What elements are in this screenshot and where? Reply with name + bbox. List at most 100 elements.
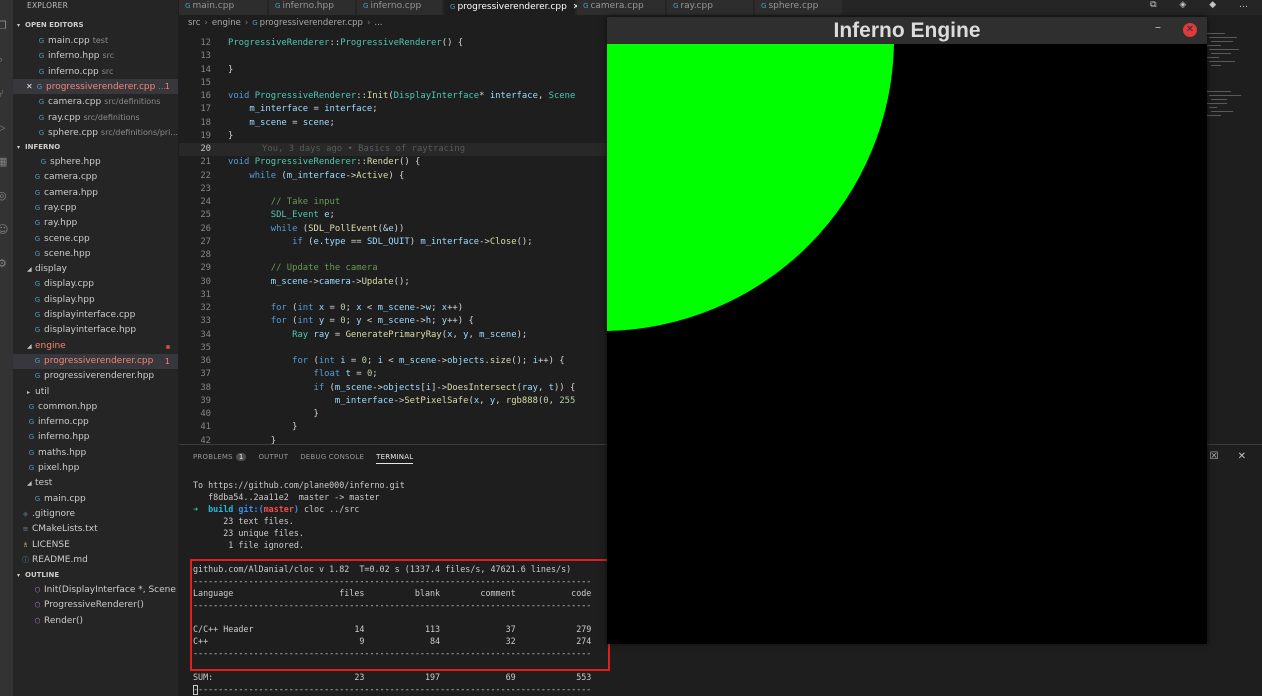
tab-ray-cpp[interactable]: Gray.cpp xyxy=(667,0,754,15)
close-icon[interactable]: ✕ xyxy=(26,79,35,94)
settings-icon[interactable]: ⚙ xyxy=(0,256,13,272)
open-editor-item[interactable]: Gcamera.cpp src/definitions xyxy=(13,94,178,109)
panel-tab-terminal[interactable]: TERMINAL xyxy=(376,453,414,464)
tree-item-label: scene.hpp xyxy=(44,248,91,259)
code-line: 38 if (m_scene->objects[i]->DoesIntersec… xyxy=(179,382,575,395)
folder-item[interactable]: ◢ test xyxy=(13,476,178,491)
cpp-file-icon: G xyxy=(38,37,45,45)
remote-icon[interactable]: ◎ xyxy=(0,188,13,204)
breadcrumb-item[interactable]: src xyxy=(188,18,200,28)
file-item[interactable]: Gdisplay.hpp xyxy=(13,293,178,308)
project-section[interactable]: ▾ INFERNO xyxy=(13,140,178,154)
outline-item[interactable]: ⬡ Render() xyxy=(13,614,178,629)
tab-inferno-hpp[interactable]: Ginferno.hpp xyxy=(269,0,356,15)
line-number: 27 xyxy=(200,236,211,247)
open-editor-path: src xyxy=(101,66,114,76)
terminal-cursor[interactable] xyxy=(193,683,198,695)
code-text: SDL_Event e; xyxy=(270,210,335,221)
open-editors-section[interactable]: ▾ OPEN EDITORS xyxy=(13,18,178,32)
file-item[interactable]: Gsphere.hpp xyxy=(13,155,178,170)
account-icon[interactable]: ☺ xyxy=(0,222,13,238)
panel-tabs: PROBLEMS 1 OUTPUT DEBUG CONSOLE TERMINAL xyxy=(193,453,425,464)
file-item[interactable]: ⓘ README.md xyxy=(13,553,178,568)
panel-tab-debug-console[interactable]: DEBUG CONSOLE xyxy=(300,453,364,461)
breadcrumb-item[interactable]: progressiverenderer.cpp xyxy=(260,18,363,28)
extensions-icon[interactable]: ▦ xyxy=(0,154,13,170)
file-item[interactable]: Gdisplayinterface.hpp xyxy=(13,323,178,338)
open-editor-label: progressiverenderer.cpp xyxy=(46,81,156,92)
tree-item-label: maths.hpp xyxy=(38,447,87,458)
file-item[interactable]: Ginferno.cpp xyxy=(13,415,178,430)
file-item[interactable]: Gscene.hpp xyxy=(13,247,178,262)
file-item[interactable]: Gmaths.hpp xyxy=(13,446,178,461)
terminal-text: Language files blank comment code xyxy=(193,588,592,598)
file-item[interactable]: Gmain.cpp xyxy=(13,492,178,507)
file-item[interactable]: ♗ LICENSE xyxy=(13,538,178,553)
code-line: 30 m_scene->camera->Update(); xyxy=(179,276,409,289)
folder-item[interactable]: ◢ engine xyxy=(13,339,178,354)
outline-item[interactable]: ⬡ Init(DisplayInterface *, Scene *) xyxy=(13,583,178,598)
open-editor-item[interactable]: Gray.cpp src/definitions xyxy=(13,110,178,125)
panel-tab-output[interactable]: OUTPUT xyxy=(258,453,288,461)
file-item[interactable]: Gcommon.hpp xyxy=(13,400,178,415)
open-editor-item[interactable]: Ginferno.hpp src xyxy=(13,48,178,63)
code-editor[interactable]: 12 ProgressiveRenderer::ProgressiveRender… xyxy=(179,32,607,444)
tree-item-label: display.hpp xyxy=(44,294,95,305)
file-item[interactable]: ≡ CMakeLists.txt xyxy=(13,522,178,537)
tab-camera-cpp[interactable]: Gcamera.cpp xyxy=(577,0,666,15)
window-titlebar[interactable]: Inferno Engine – ✕ xyxy=(607,17,1207,44)
open-editor-path: src/definitions xyxy=(104,97,161,107)
search-icon[interactable]: ⌕ xyxy=(0,52,13,68)
code-text: You, 3 days ago • Basics of raytracing xyxy=(228,143,465,156)
tab-label: main.cpp xyxy=(192,1,235,11)
file-item[interactable]: Gdisplay.cpp xyxy=(13,277,178,292)
open-editor-label: inferno.hpp xyxy=(48,51,100,62)
code-line: 17 m_interface = interface; xyxy=(179,103,377,116)
terminal-line: To https://github.com/plane000/inferno.g… xyxy=(193,479,405,491)
tree-item-label: pixel.hpp xyxy=(38,463,80,473)
file-item[interactable]: ◆ .gitignore xyxy=(13,507,178,522)
file-item[interactable]: Gprogressiverenderer.cpp 1 xyxy=(13,353,178,369)
code-line: 33 for (int y = 0; y < m_scene->h; y++) … xyxy=(179,315,474,328)
minimap-line xyxy=(1209,107,1217,108)
tab-inferno-cpp[interactable]: Ginferno.cpp xyxy=(357,0,443,15)
close-button[interactable]: ✕ xyxy=(1183,23,1197,37)
open-editor-item[interactable]: Gmain.cpp test xyxy=(13,33,178,48)
tab-main-cpp[interactable]: Gmain.cpp xyxy=(179,0,268,15)
file-item[interactable]: Ginferno.hpp xyxy=(13,430,178,445)
files-icon[interactable]: ❐ xyxy=(0,18,13,34)
minimize-button[interactable]: – xyxy=(1155,20,1161,34)
git-icon[interactable]: ⑂ xyxy=(0,86,13,102)
file-item[interactable]: Gcamera.cpp xyxy=(13,170,178,185)
file-item[interactable]: Gprogressiverenderer.hpp xyxy=(13,369,178,384)
panel-tab-problems[interactable]: PROBLEMS 1 xyxy=(193,453,247,461)
line-number: 42 xyxy=(200,435,211,445)
tab-progressiverenderer-cpp[interactable]: Gprogressiverenderer.cpp✕ xyxy=(444,0,580,15)
folder-item[interactable]: ◢ display xyxy=(13,262,178,277)
code-text: void ProgressiveRenderer::Init(DisplayIn… xyxy=(228,91,576,101)
breadcrumb-item[interactable]: engine xyxy=(212,18,241,28)
minimap[interactable] xyxy=(1207,30,1262,116)
outline-section[interactable]: ▾ OUTLINE xyxy=(13,568,178,582)
file-item[interactable]: Gpixel.hpp xyxy=(13,461,178,476)
breadcrumb-item[interactable]: ... xyxy=(374,18,382,28)
folder-item[interactable]: ▸ util xyxy=(13,385,178,400)
minimap-line xyxy=(1207,91,1231,92)
tab-sphere-cpp[interactable]: Gsphere.cpp xyxy=(755,0,843,15)
tree-item-label: README.md xyxy=(32,554,88,565)
tree-item-label: CMakeLists.txt xyxy=(32,524,98,535)
outline-item[interactable]: ⬡ ProgressiveRenderer() xyxy=(13,598,178,613)
file-item[interactable]: Gray.cpp xyxy=(13,201,178,216)
prompt-command: cloc ../src xyxy=(298,504,360,514)
code-line: 18 m_scene = scene; xyxy=(179,117,335,130)
file-item[interactable]: Gcamera.hpp xyxy=(13,186,178,201)
open-editor-item[interactable]: ✕ Gprogressiverenderer.cpp... 1 xyxy=(13,78,178,94)
debug-icon[interactable]: ▷ xyxy=(0,120,13,136)
file-item[interactable]: Gscene.cpp xyxy=(13,232,178,247)
file-item[interactable]: Gdisplayinterface.cpp xyxy=(13,308,178,323)
open-editor-item[interactable]: Gsphere.cpp src/definitions/pri... xyxy=(13,125,178,140)
editor-actions[interactable]: ⧉ ◈ ◆ … xyxy=(1150,0,1258,13)
file-item[interactable]: Gray.hpp xyxy=(13,216,178,231)
cpp-file-icon: G xyxy=(38,113,45,122)
open-editor-item[interactable]: Ginferno.cpp src xyxy=(13,64,178,79)
